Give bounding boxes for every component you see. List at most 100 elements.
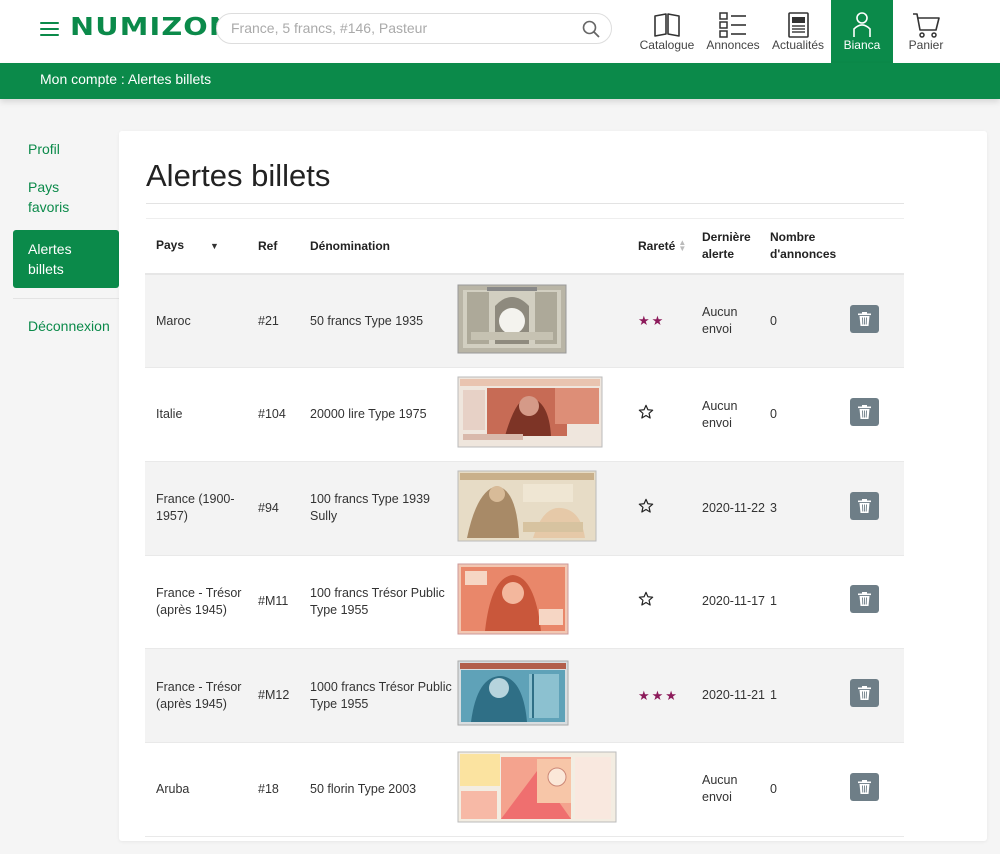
cell-ref: #M12: [258, 688, 290, 703]
cell-nombre-annonces: 0: [770, 781, 777, 796]
cell-pays: Maroc: [156, 313, 191, 328]
banknote-image[interactable]: [457, 751, 617, 823]
cell-pays: France - Trésor (après 1945): [156, 679, 242, 711]
trash-icon: [858, 311, 871, 326]
cell-pays: France (1900-1957): [156, 492, 235, 524]
newspaper-icon: [788, 12, 809, 38]
menu-icon[interactable]: [40, 22, 59, 36]
cell-rarete: ★★★: [638, 649, 702, 743]
table-row[interactable]: Aruba #18 50 florin Type 2003 Aucun envo…: [145, 742, 904, 837]
nav-panier[interactable]: Panier: [896, 0, 956, 63]
rarity-stars: ★★★: [638, 687, 679, 703]
delete-button[interactable]: [850, 772, 879, 801]
table-row[interactable]: France - Trésor (après 1945) #M12 1000 f…: [145, 648, 904, 743]
star-outline-icon: [638, 404, 654, 419]
banknote-image[interactable]: [457, 284, 567, 354]
cell-rarete: [638, 368, 702, 462]
cell-derniere-alerte: Aucun envoi: [702, 305, 738, 337]
breadcrumb-bar: Mon compte : Alertes billets: [0, 63, 1000, 99]
cell-denomination[interactable]: 1000 francs Trésor Public Type 1955: [310, 649, 457, 743]
search-box[interactable]: [216, 13, 612, 44]
col-header-image: [457, 219, 638, 274]
page-title: Alertes billets: [146, 158, 331, 193]
alerts-table: Pays ▼ Ref Dénomination Rareté ▲ ▼ Dernière…: [145, 219, 904, 837]
table-row[interactable]: France (1900-1957) #94 100 francs Type 1…: [145, 461, 904, 556]
col-header-label: Pays: [156, 238, 185, 252]
main-card: Alertes billets Pays ▼ Ref Dénomination R…: [119, 131, 987, 841]
cell-derniere-alerte: 2020-11-17: [702, 594, 766, 609]
cell-denomination[interactable]: 50 francs Type 1935: [310, 274, 457, 368]
table-header-row: Pays ▼ Ref Dénomination Rareté ▲ ▼ Dernière…: [145, 219, 904, 274]
cell-denomination[interactable]: 50 florin Type 2003: [310, 742, 457, 836]
cell-pays: Italie: [156, 407, 183, 422]
book-icon: [654, 13, 680, 37]
nav-label: Annonces: [706, 38, 760, 52]
cell-denomination[interactable]: 100 francs Trésor Public Type 1955: [310, 555, 457, 649]
nav-annonces[interactable]: Annonces: [702, 0, 764, 63]
trash-icon: [858, 405, 871, 420]
banknote-image[interactable]: [457, 376, 603, 448]
sort-desc-icon[interactable]: ▼: [210, 238, 219, 255]
cell-image: [457, 274, 638, 368]
top-header: NUMIZON Catalogue Annonces: [0, 0, 1000, 63]
col-header-actions: [850, 219, 904, 274]
delete-button[interactable]: [850, 585, 879, 614]
nav-label: Panier: [908, 38, 944, 52]
sidebar-item-pays-favoris[interactable]: Pays favoris: [13, 168, 119, 226]
user-icon: [853, 12, 871, 37]
delete-button[interactable]: [850, 304, 879, 333]
col-header-pays[interactable]: Pays ▼: [145, 219, 258, 274]
star-outline-icon: [638, 592, 654, 607]
nav-actualites[interactable]: Actualités: [767, 0, 829, 63]
banknote-image[interactable]: [457, 563, 569, 635]
cell-rarete: [638, 742, 702, 836]
col-header-denomination: Dénomination: [310, 238, 390, 253]
cell-derniere-alerte: 2020-11-22: [702, 500, 766, 515]
col-header-nombre-annonces: Nombre d'annonces: [770, 230, 837, 261]
cell-rarete: [638, 555, 702, 649]
divider: [146, 203, 904, 204]
cell-ref: #18: [258, 781, 279, 796]
cell-ref: #104: [258, 407, 286, 422]
table-row[interactable]: France - Trésor (après 1945) #M11 100 fr…: [145, 555, 904, 649]
sidebar-item-alertes-billets[interactable]: Alertes billets: [13, 230, 119, 288]
account-sidebar: Profil Pays favoris Alertes billets Déco…: [13, 130, 119, 345]
logo[interactable]: NUMIZON: [70, 12, 234, 41]
cell-pays: Aruba: [156, 781, 190, 796]
col-header-ref: Ref: [258, 238, 278, 253]
delete-button[interactable]: [850, 679, 879, 708]
cart-icon: [913, 13, 940, 38]
search-input[interactable]: [231, 20, 561, 36]
sidebar-item-profil[interactable]: Profil: [13, 130, 119, 168]
table-row[interactable]: Maroc #21 50 francs Type 1935 ★★ Aucun e…: [145, 274, 904, 368]
cell-image: [457, 649, 638, 743]
nav-account[interactable]: Bianca: [831, 0, 893, 63]
cell-denomination[interactable]: 20000 lire Type 1975: [310, 368, 457, 462]
sidebar-divider: [13, 298, 119, 299]
delete-button[interactable]: [850, 398, 879, 427]
cell-nombre-annonces: 3: [770, 500, 777, 515]
cell-rarete: [638, 461, 702, 555]
nav-catalogue[interactable]: Catalogue: [637, 0, 697, 63]
cell-actions: [850, 461, 904, 555]
cell-ref: #94: [258, 500, 279, 515]
cell-image: [457, 742, 638, 836]
cell-rarete: ★★: [638, 274, 702, 368]
banknote-image[interactable]: [457, 660, 569, 726]
cell-derniere-alerte: Aucun envoi: [702, 398, 738, 430]
sort-icon[interactable]: ▲ ▼: [678, 239, 686, 253]
cell-denomination[interactable]: 100 francs Type 1939 Sully: [310, 461, 457, 555]
sidebar-item-deconnexion[interactable]: Déconnexion: [13, 307, 119, 345]
table-row[interactable]: Italie #104 20000 lire Type 1975 Aucun e…: [145, 368, 904, 462]
delete-button[interactable]: [850, 491, 879, 520]
star-outline-icon: [638, 498, 654, 513]
search-icon[interactable]: [581, 19, 601, 39]
col-header-derniere-alerte: Dernière alerte: [702, 230, 751, 261]
trash-icon: [858, 498, 871, 513]
nav-label: Bianca: [843, 38, 881, 52]
cell-actions: [850, 274, 904, 368]
col-header-rarete[interactable]: Rareté ▲ ▼: [638, 219, 702, 274]
cell-image: [457, 368, 638, 462]
trash-icon: [858, 779, 871, 794]
banknote-image[interactable]: [457, 470, 597, 542]
